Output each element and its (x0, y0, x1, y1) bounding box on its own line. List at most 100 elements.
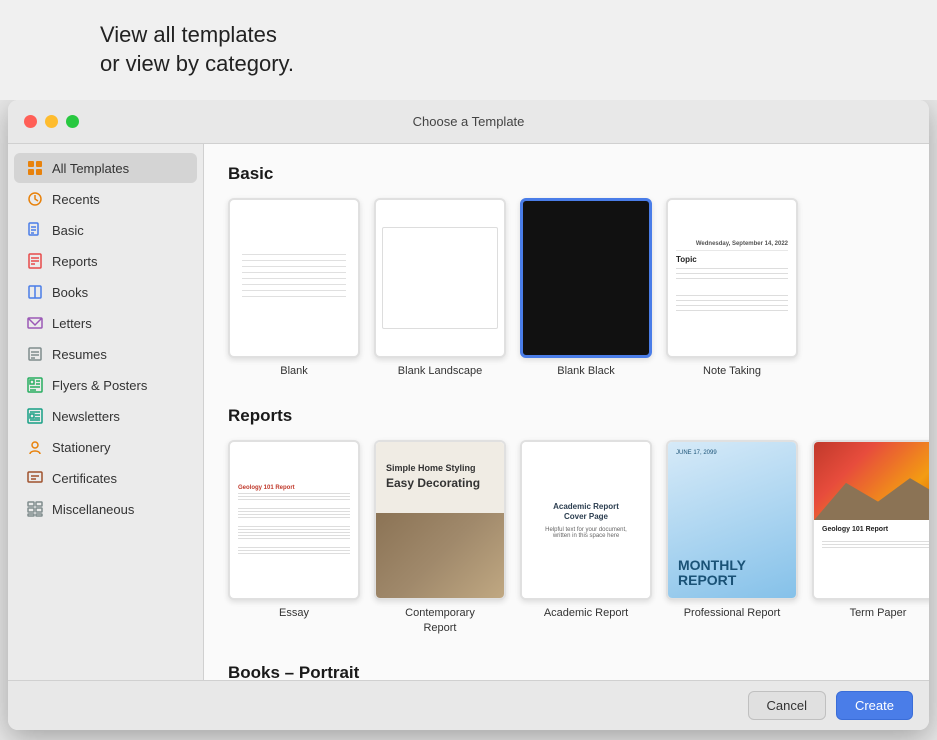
template-thumb-blank-landscape (374, 198, 506, 358)
sidebar-label-miscellaneous: Miscellaneous (52, 502, 134, 517)
sidebar-item-recents[interactable]: Recents (14, 184, 197, 214)
clock-icon (26, 190, 44, 208)
template-thumb-blank-black (520, 198, 652, 358)
title-bar: Choose a Template (8, 100, 929, 144)
academic-sub: Helpful text for your document,written i… (545, 527, 627, 539)
academic-title: Academic ReportCover Page (553, 502, 619, 523)
template-label-professional: Professional Report (684, 606, 781, 620)
callout-tooltip: View all templates or view by category. (0, 0, 937, 100)
template-label-blank-black: Blank Black (557, 364, 614, 378)
main-window: Choose a Template All Templates (8, 100, 929, 730)
report-icon (26, 252, 44, 270)
sidebar-item-miscellaneous[interactable]: Miscellaneous (14, 494, 197, 524)
window-controls (24, 115, 79, 128)
book-icon (26, 283, 44, 301)
landscape-content (376, 200, 504, 356)
reports-templates-grid: Geology 101 Report (228, 440, 905, 635)
term-paper-image (814, 442, 929, 520)
sidebar-label-resumes: Resumes (52, 347, 107, 362)
professional-content: JUNE 17, 2099 MONTHLYREPORT (668, 442, 796, 598)
template-essay[interactable]: Geology 101 Report (228, 440, 360, 635)
maximize-button[interactable] (66, 115, 79, 128)
sidebar-item-resumes[interactable]: Resumes (14, 339, 197, 369)
template-thumb-note-taking: Wednesday, September 14, 2022 Topic (666, 198, 798, 358)
sidebar-item-stationery[interactable]: Stationery (14, 432, 197, 462)
template-label-essay: Essay (279, 606, 309, 620)
sidebar-label-all-templates: All Templates (52, 161, 129, 176)
template-contemporary-report[interactable]: Simple Home StylingEasy Decorating Conte… (374, 440, 506, 635)
template-thumb-academic: Academic ReportCover Page Helpful text f… (520, 440, 652, 600)
basic-templates-grid: Blank Blank Landscape Blank Black (228, 198, 905, 378)
template-thumb-term-paper: Geology 101 Report (812, 440, 929, 600)
create-button[interactable]: Create (836, 691, 913, 720)
template-label-blank-landscape: Blank Landscape (398, 364, 482, 378)
sidebar-item-basic[interactable]: Basic (14, 215, 197, 245)
sidebar-item-all-templates[interactable]: All Templates (14, 153, 197, 183)
landscape-page (382, 227, 497, 328)
template-note-taking[interactable]: Wednesday, September 14, 2022 Topic (666, 198, 798, 378)
template-label-contemporary: ContemporaryReport (405, 606, 475, 635)
sidebar-label-flyers: Flyers & Posters (52, 378, 147, 393)
person-icon (26, 345, 44, 363)
sidebar-label-reports: Reports (52, 254, 98, 269)
academic-content: Academic ReportCover Page Helpful text f… (522, 442, 650, 598)
sidebar: All Templates Recents (8, 144, 204, 680)
template-thumb-contemporary: Simple Home StylingEasy Decorating (374, 440, 506, 600)
minimize-button[interactable] (45, 115, 58, 128)
sidebar-item-letters[interactable]: Letters (14, 308, 197, 338)
template-professional-report[interactable]: JUNE 17, 2099 MONTHLYREPORT Professional… (666, 440, 798, 635)
sidebar-label-basic: Basic (52, 223, 84, 238)
contemporary-text: Simple Home StylingEasy Decorating (386, 462, 480, 491)
doc-icon (26, 221, 44, 239)
basic-section-title: Basic (228, 164, 905, 184)
certificate-icon (26, 469, 44, 487)
cancel-button[interactable]: Cancel (748, 691, 826, 720)
template-blank-black[interactable]: Blank Black (520, 198, 652, 378)
callout-text: View all templates or view by category. (100, 21, 294, 78)
template-academic-report[interactable]: Academic ReportCover Page Helpful text f… (520, 440, 652, 635)
essay-content: Geology 101 Report (230, 479, 358, 562)
envelope-icon (26, 314, 44, 332)
main-content: Basic Blank (204, 144, 929, 680)
template-blank-landscape[interactable]: Blank Landscape (374, 198, 506, 378)
template-thumb-blank (228, 198, 360, 358)
term-paper-content: Geology 101 Report (814, 442, 929, 598)
flyer-icon (26, 376, 44, 394)
template-blank[interactable]: Blank (228, 198, 360, 378)
content-area: All Templates Recents (8, 144, 929, 680)
newsletter-icon (26, 407, 44, 425)
term-paper-mountain (814, 474, 929, 521)
stationery-icon (26, 438, 44, 456)
template-label-note-taking: Note Taking (703, 364, 761, 378)
footer: Cancel Create (8, 680, 929, 730)
close-button[interactable] (24, 115, 37, 128)
sidebar-label-certificates: Certificates (52, 471, 117, 486)
sidebar-label-newsletters: Newsletters (52, 409, 120, 424)
term-paper-text: Geology 101 Report (814, 520, 929, 539)
template-label-term-paper: Term Paper (850, 606, 907, 620)
grid-icon (26, 159, 44, 177)
window-title: Choose a Template (413, 114, 525, 129)
sidebar-item-reports[interactable]: Reports (14, 246, 197, 276)
sidebar-item-newsletters[interactable]: Newsletters (14, 401, 197, 431)
sidebar-item-flyers-posters[interactable]: Flyers & Posters (14, 370, 197, 400)
sidebar-item-certificates[interactable]: Certificates (14, 463, 197, 493)
template-label-academic: Academic Report (544, 606, 628, 620)
sidebar-label-recents: Recents (52, 192, 100, 207)
sidebar-label-letters: Letters (52, 316, 92, 331)
reports-section-title: Reports (228, 406, 905, 426)
contemporary-content: Simple Home StylingEasy Decorating (376, 442, 504, 598)
blank-template-content (230, 238, 358, 318)
misc-icon (26, 500, 44, 518)
books-section-title: Books – Portrait (228, 663, 905, 680)
sidebar-item-books[interactable]: Books (14, 277, 197, 307)
sidebar-label-books: Books (52, 285, 88, 300)
template-thumb-essay: Geology 101 Report (228, 440, 360, 600)
template-label-blank: Blank (280, 364, 308, 378)
template-thumb-professional: JUNE 17, 2099 MONTHLYREPORT (666, 440, 798, 600)
sidebar-label-stationery: Stationery (52, 440, 111, 455)
professional-title: MONTHLYREPORT (678, 558, 746, 589)
note-taking-content: Wednesday, September 14, 2022 Topic (668, 233, 796, 323)
contemporary-image (376, 513, 504, 599)
template-term-paper[interactable]: Geology 101 Report Term Paper (812, 440, 929, 635)
